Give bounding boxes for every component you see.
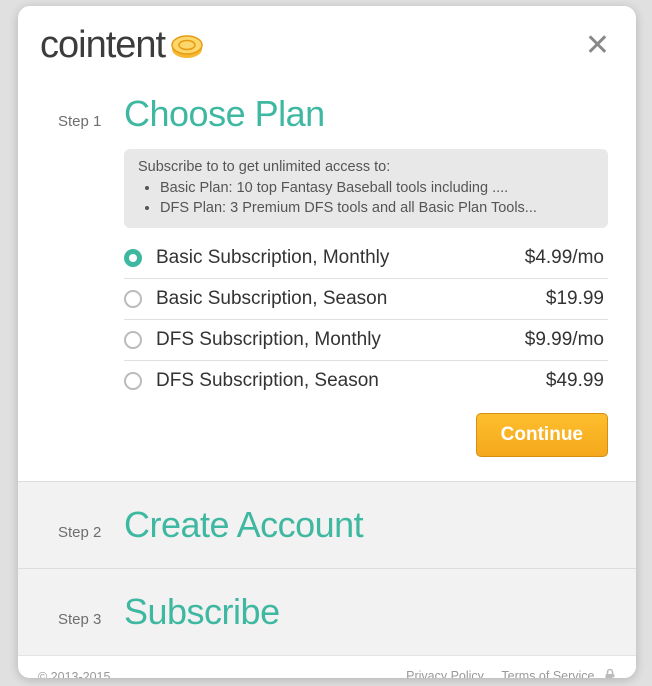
privacy-link[interactable]: Privacy Policy	[406, 669, 484, 678]
radio-icon[interactable]	[124, 372, 142, 390]
continue-button[interactable]: Continue	[476, 413, 608, 457]
plan-option-dfs-season[interactable]: DFS Subscription, Season $49.99	[124, 361, 608, 401]
step-3-label: Step 3	[58, 611, 106, 628]
footer-links: Privacy Policy Terms of Service	[392, 668, 616, 678]
plan-name: Basic Subscription, Monthly	[156, 247, 525, 269]
plan-price: $19.99	[546, 288, 604, 310]
modal-footer: © 2013-2015 Privacy Policy Terms of Serv…	[18, 655, 636, 678]
plan-option-basic-season[interactable]: Basic Subscription, Season $19.99	[124, 279, 608, 320]
continue-wrap: Continue	[124, 413, 608, 457]
subscription-modal: cointent ✕ Step 1 Choose Plan Subscribe …	[18, 6, 636, 678]
step-1-label: Step 1	[58, 113, 106, 130]
coin-icon	[169, 31, 205, 61]
radio-icon[interactable]	[124, 249, 142, 267]
plan-price: $4.99/mo	[525, 247, 604, 269]
step-2-label: Step 2	[58, 524, 106, 541]
modal-header: cointent ✕	[18, 6, 636, 79]
radio-icon[interactable]	[124, 331, 142, 349]
lock-icon	[604, 668, 616, 678]
step-3-title: Subscribe	[124, 591, 280, 633]
info-heading: Subscribe to to get unlimited access to:	[138, 159, 594, 175]
info-list: Basic Plan: 10 top Fantasy Baseball tool…	[160, 179, 594, 218]
plan-list: Basic Subscription, Monthly $4.99/mo Bas…	[124, 238, 608, 401]
step-2-header: Step 2 Create Account	[58, 504, 608, 546]
step-1-title: Choose Plan	[124, 93, 325, 135]
plan-name: Basic Subscription, Season	[156, 288, 546, 310]
plan-price: $9.99/mo	[525, 329, 604, 351]
radio-icon[interactable]	[124, 290, 142, 308]
logo-text: cointent	[40, 24, 165, 67]
terms-link[interactable]: Terms of Service	[501, 669, 594, 678]
info-bullet: DFS Plan: 3 Premium DFS tools and all Ba…	[160, 199, 594, 219]
close-icon[interactable]: ✕	[581, 31, 614, 61]
plan-name: DFS Subscription, Monthly	[156, 329, 525, 351]
plan-name: DFS Subscription, Season	[156, 370, 546, 392]
info-bullet: Basic Plan: 10 top Fantasy Baseball tool…	[160, 179, 594, 199]
logo: cointent	[40, 24, 205, 67]
plan-option-basic-monthly[interactable]: Basic Subscription, Monthly $4.99/mo	[124, 238, 608, 279]
step-1-section: Step 1 Choose Plan Subscribe to to get u…	[18, 79, 636, 481]
step-3-header: Step 3 Subscribe	[58, 591, 608, 633]
step-3-section[interactable]: Step 3 Subscribe	[18, 568, 636, 655]
plan-price: $49.99	[546, 370, 604, 392]
info-box: Subscribe to to get unlimited access to:…	[124, 149, 608, 228]
step-2-title: Create Account	[124, 504, 363, 546]
plan-option-dfs-monthly[interactable]: DFS Subscription, Monthly $9.99/mo	[124, 320, 608, 361]
step-1-header: Step 1 Choose Plan	[58, 93, 608, 135]
step-2-section[interactable]: Step 2 Create Account	[18, 481, 636, 568]
copyright-text: © 2013-2015	[38, 670, 110, 678]
